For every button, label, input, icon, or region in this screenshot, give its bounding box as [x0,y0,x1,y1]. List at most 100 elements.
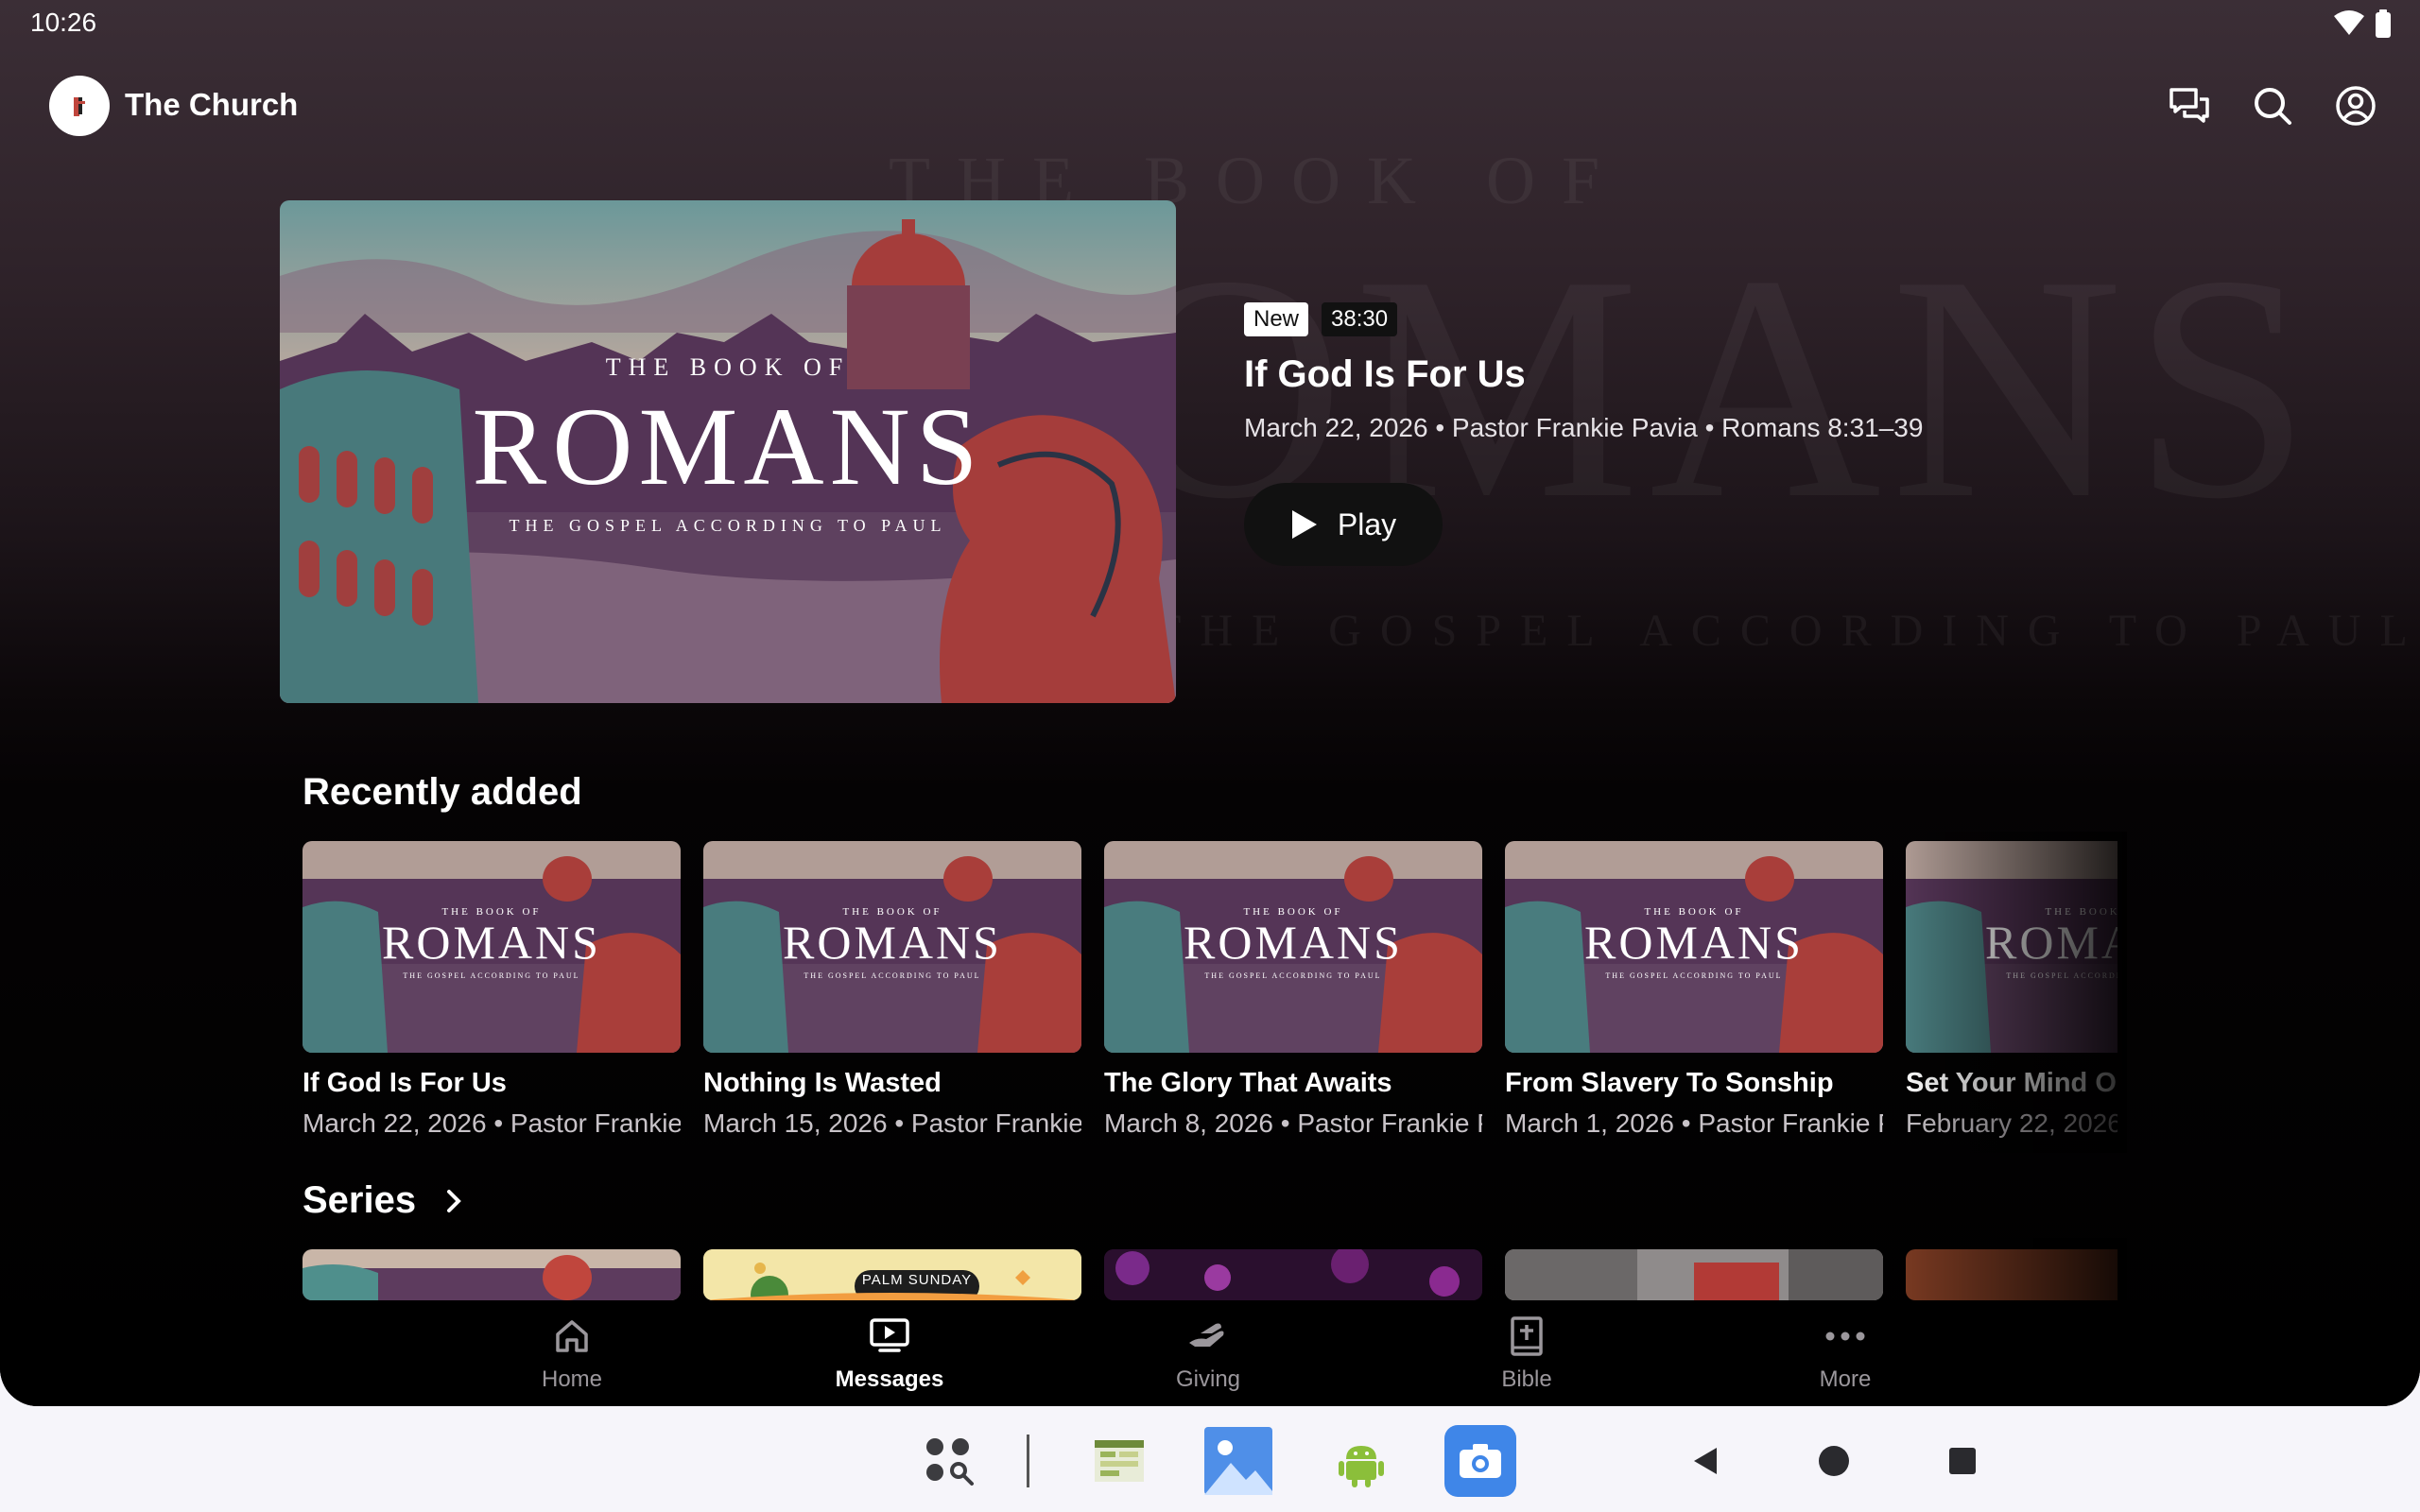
svg-text:ROMANS: ROMANS [1985,916,2118,969]
chat-icon [2169,88,2209,123]
series-card[interactable] [1505,1249,1883,1300]
sheets-app[interactable] [1083,1425,1155,1497]
svg-text:ROMANS: ROMANS [382,916,601,969]
gallery-app[interactable] [1202,1425,1274,1497]
card-thumbnail: THE BOOK OFROMANSTHE GOSPEL ACCORDING TO… [1505,841,1883,1053]
app-drawer-button[interactable] [913,1425,985,1497]
home-button[interactable] [1798,1425,1870,1497]
nav-messages-label: Messages [835,1366,944,1392]
card-thumbnail: THE BOOK OFROMANSTHE GOSPEL ACCORDING TO… [703,841,1081,1053]
more-icon [1825,1332,1865,1341]
account-button[interactable] [2329,79,2382,132]
taskbar-divider [1027,1435,1029,1487]
play-icon [1291,510,1317,539]
series-thumbnail: PALM SUNDAY [703,1249,1081,1300]
nav-giving[interactable]: Giving [1114,1314,1303,1393]
svg-text:THE GOSPEL ACCORDING TO PAUL: THE GOSPEL ACCORDING TO PAUL [403,971,579,980]
logo-icon [74,97,85,116]
camera-app[interactable] [1444,1425,1516,1497]
artwork-line2: ROMANS [473,385,984,508]
recently-added-heading: Recently added [302,771,582,813]
camera-icon [1460,1444,1501,1478]
nav-messages[interactable]: Messages [795,1314,984,1393]
nav-bible[interactable]: Bible [1432,1314,1621,1393]
back-button[interactable] [1669,1425,1741,1497]
android-app[interactable] [1325,1425,1397,1497]
card-meta: March 15, 2026 • Pastor Frankie Pavia [703,1108,1081,1138]
card-title: Nothing Is Wasted [703,1068,942,1098]
recents-button[interactable] [1927,1425,1998,1497]
play-label: Play [1337,507,1397,541]
app-drawer-icon [926,1438,974,1486]
svg-text:THE GOSPEL ACCORDING TO PAUL: THE GOSPEL ACCORDING TO PAUL [1204,971,1381,980]
card-thumbnail: THE BOOK OFROMANSTHE GOSPEL ACCORDING TO… [302,841,681,1053]
card-meta: March 8, 2026 • Pastor Frankie Pavia [1104,1108,1482,1138]
card-title: The Glory That Awaits [1104,1068,1392,1098]
hero-title: If God Is For Us [1244,353,1526,395]
hero-meta: March 22, 2026 • Pastor Frankie Pavia • … [1244,413,1924,442]
message-card[interactable]: THE BOOK OFROMANSTHE GOSPEL ACCORDING TO… [1104,841,1482,1139]
search-button[interactable] [2246,79,2299,132]
spreadsheet-icon [1095,1440,1144,1482]
artwork-line1: THE BOOK OF [606,353,850,381]
wifi-icon [2334,10,2364,35]
nav-bible-label: Bible [1501,1366,1552,1392]
series-thumbnail [1906,1249,2118,1300]
artwork-line3: THE GOSPEL ACCORDING TO PAUL [509,516,946,535]
series-card[interactable]: PALM SUNDAY [703,1249,1081,1300]
nav-home[interactable]: Home [477,1314,666,1393]
series-card[interactable] [1906,1249,2118,1300]
status-bar: 10:26 [0,0,2420,45]
svg-text:ROMANS: ROMANS [783,916,1002,969]
series-thumbnail [1104,1249,1482,1300]
church-logo[interactable] [49,76,110,136]
gallery-icon [1204,1427,1272,1495]
background-line3: THE GOSPEL ACCORDING TO PAUL [1153,606,2420,656]
app-screen: THE BOOK OF ROMANS THE GOSPEL ACCORDING … [0,0,2420,1406]
search-icon [2255,88,2291,125]
back-icon [1694,1448,1717,1474]
palm-sunday-label: PALM SUNDAY [861,1272,973,1288]
nav-home-label: Home [541,1366,603,1392]
card-meta: March 22, 2026 • Pastor Frankie Pavia [302,1108,681,1138]
top-app-bar: The Church [0,72,2420,140]
app-title: The Church [125,87,299,122]
svg-text:THE GOSPEL ACCORDING TO PAUL: THE GOSPEL ACCORDING TO PAUL [2006,971,2118,980]
series-card[interactable] [302,1249,681,1300]
card-title: If God Is For Us [302,1068,507,1098]
svg-text:THE GOSPEL ACCORDING TO PAUL: THE GOSPEL ACCORDING TO PAUL [804,971,980,980]
new-badge: New [1244,302,1309,336]
series-thumbnail [302,1249,681,1300]
chevron-right-icon [447,1189,461,1212]
home-circle-icon [1819,1446,1849,1476]
hand-icon [1189,1323,1224,1347]
hero-info: New 38:30 If God Is For Us March 22, 202… [1244,302,1923,566]
hero-artwork[interactable]: THE BOOK OF ROMANS THE GOSPEL ACCORDING … [280,200,1176,703]
system-taskbar [0,1406,2420,1512]
chat-button[interactable] [2163,79,2216,132]
series-header[interactable]: Series [302,1179,463,1222]
recents-icon [1949,1448,1976,1474]
svg-text:ROMANS: ROMANS [1184,916,1403,969]
series-card[interactable] [1104,1249,1482,1300]
series-heading: Series [302,1179,417,1221]
message-card[interactable]: THE BOOK OFROMANSTHE GOSPEL ACCORDING TO… [302,841,681,1139]
android-icon [1339,1446,1384,1487]
message-card[interactable]: THE BOOK OFROMANSTHE GOSPEL ACCORDING TO… [1906,841,2118,1139]
duration-badge: 38:30 [1322,302,1398,336]
series-thumbnail [1505,1249,1883,1300]
nav-more-label: More [1819,1366,1872,1392]
nav-more[interactable]: More [1751,1314,1940,1393]
tv-icon [870,1318,909,1352]
bottom-navigation: Home Messages Giving Bible More [0,1300,2420,1406]
battery-icon [2376,9,2391,38]
card-meta: March 1, 2026 • Pastor Frankie Pavia [1505,1108,1883,1138]
play-button[interactable]: Play [1244,483,1443,566]
svg-text:THE GOSPEL ACCORDING TO PAUL: THE GOSPEL ACCORDING TO PAUL [1605,971,1782,980]
series-row: PALM SUNDAY [302,1249,2118,1300]
card-thumbnail: THE BOOK OFROMANSTHE GOSPEL ACCORDING TO… [1906,841,2118,1053]
message-card[interactable]: THE BOOK OFROMANSTHE GOSPEL ACCORDING TO… [703,841,1081,1139]
message-card[interactable]: THE BOOK OFROMANSTHE GOSPEL ACCORDING TO… [1505,841,1883,1139]
status-time: 10:26 [30,8,97,37]
card-thumbnail: THE BOOK OFROMANSTHE GOSPEL ACCORDING TO… [1104,841,1482,1053]
